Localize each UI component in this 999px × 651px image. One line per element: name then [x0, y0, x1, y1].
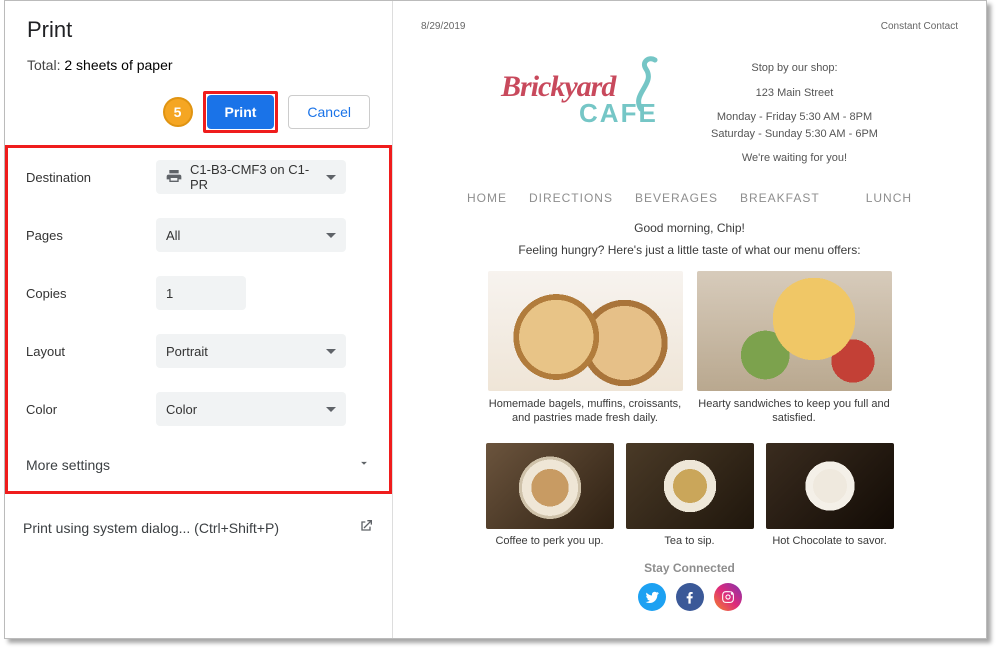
- image-sandwich: [697, 271, 892, 391]
- system-dialog-label: Print using system dialog... (Ctrl+Shift…: [23, 520, 279, 536]
- card-cocoa: Hot Chocolate to savor.: [766, 443, 894, 547]
- system-dialog-row[interactable]: Print using system dialog... (Ctrl+Shift…: [5, 494, 392, 555]
- chevron-down-icon: [326, 233, 336, 238]
- nav-directions[interactable]: DIRECTIONS: [529, 191, 613, 205]
- preview-source: Constant Contact: [881, 21, 958, 32]
- caption-coffee: Coffee to perk you up.: [486, 535, 614, 547]
- caption-sandwich: Hearty sandwiches to keep you full and s…: [697, 397, 892, 426]
- tagline: Feeling hungry? Here's just a little tas…: [415, 243, 964, 257]
- image-tea: [626, 443, 754, 529]
- nav-beverages[interactable]: BEVERAGES: [635, 191, 718, 205]
- layout-label: Layout: [26, 344, 156, 359]
- image-bagels: [488, 271, 683, 391]
- shop-hours-2: Saturday - Sunday 5:30 AM - 6PM: [711, 126, 878, 143]
- print-button[interactable]: Print: [207, 95, 275, 129]
- more-settings-label: More settings: [26, 457, 110, 473]
- destination-label: Destination: [26, 170, 156, 185]
- highlight-settings-group: Destination C1-B3-CMF3 on C1-PR Pages Al…: [5, 145, 392, 494]
- shop-waiting: We're waiting for you!: [711, 150, 878, 167]
- caption-bagels: Homemade bagels, muffins, croissants, an…: [488, 397, 683, 426]
- card-coffee: Coffee to perk you up.: [486, 443, 614, 547]
- card-sandwich: Hearty sandwiches to keep you full and s…: [697, 271, 892, 426]
- color-dropdown[interactable]: Color: [156, 392, 346, 426]
- color-value: Color: [166, 402, 197, 417]
- brand-logo: Brickyard CAFE: [501, 54, 671, 148]
- caption-tea: Tea to sip.: [626, 535, 754, 547]
- caption-cocoa: Hot Chocolate to savor.: [766, 535, 894, 547]
- chevron-down-icon: [326, 349, 336, 354]
- chevron-down-icon: [326, 407, 336, 412]
- cancel-button[interactable]: Cancel: [288, 95, 370, 129]
- logo-word-2: CAFE: [579, 98, 658, 129]
- image-coffee: [486, 443, 614, 529]
- print-total-prefix: Total:: [27, 57, 64, 73]
- pages-value: All: [166, 228, 180, 243]
- shop-address: 123 Main Street: [711, 85, 878, 102]
- print-total-sheets: 2 sheets of paper: [64, 57, 172, 73]
- nav-breakfast[interactable]: BREAKFAST: [740, 191, 820, 205]
- shop-hours-1: Monday - Friday 5:30 AM - 8PM: [711, 109, 878, 126]
- external-link-icon[interactable]: [358, 518, 374, 537]
- layout-value: Portrait: [166, 344, 208, 359]
- copies-label: Copies: [26, 286, 156, 301]
- image-cocoa: [766, 443, 894, 529]
- color-label: Color: [26, 402, 156, 417]
- step-badge: 5: [163, 97, 193, 127]
- pages-dropdown[interactable]: All: [156, 218, 346, 252]
- print-panel: Print Total: 2 sheets of paper 5 Print C…: [5, 1, 393, 638]
- shop-stop: Stop by our shop:: [711, 60, 878, 77]
- print-total: Total: 2 sheets of paper: [27, 57, 370, 73]
- pages-label: Pages: [26, 228, 156, 243]
- layout-dropdown[interactable]: Portrait: [156, 334, 346, 368]
- card-tea: Tea to sip.: [626, 443, 754, 547]
- shop-info: Stop by our shop: 123 Main Street Monday…: [711, 60, 878, 167]
- highlight-print-button: Print: [203, 91, 279, 133]
- more-settings-toggle[interactable]: More settings: [8, 438, 389, 491]
- twitter-icon[interactable]: [638, 583, 666, 611]
- card-bagels: Homemade bagels, muffins, croissants, an…: [488, 271, 683, 426]
- preview-pane: 8/29/2019 Constant Contact Brickyard CAF…: [393, 1, 986, 638]
- facebook-icon[interactable]: [676, 583, 704, 611]
- print-title: Print: [27, 17, 370, 43]
- destination-dropdown[interactable]: C1-B3-CMF3 on C1-PR: [156, 160, 346, 194]
- preview-date: 8/29/2019: [421, 21, 466, 32]
- printer-icon: [166, 168, 182, 187]
- preview-nav: HOME DIRECTIONS BEVERAGES BREAKFAST LUNC…: [415, 191, 964, 205]
- destination-value: C1-B3-CMF3 on C1-PR: [190, 162, 326, 192]
- nav-lunch[interactable]: LUNCH: [866, 191, 912, 205]
- stay-connected: Stay Connected: [415, 561, 964, 575]
- chevron-down-icon: [326, 175, 336, 180]
- greeting: Good morning, Chip!: [415, 221, 964, 235]
- copies-input[interactable]: [156, 276, 246, 310]
- nav-home[interactable]: HOME: [467, 191, 507, 205]
- instagram-icon[interactable]: [714, 583, 742, 611]
- chevron-down-icon: [357, 456, 371, 473]
